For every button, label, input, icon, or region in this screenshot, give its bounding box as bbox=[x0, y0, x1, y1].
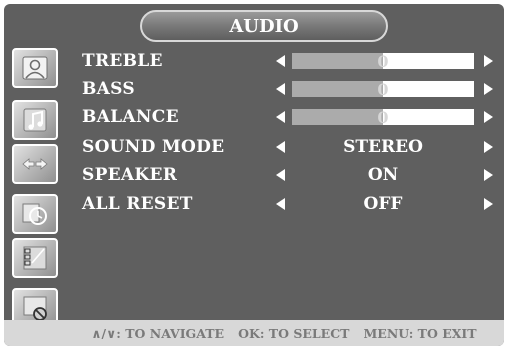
lock-icon-glyph bbox=[23, 296, 47, 321]
arrow-left-icon[interactable] bbox=[276, 141, 285, 153]
arrow-left-icon[interactable] bbox=[276, 169, 285, 181]
sound-mode-label: SOUND MODE bbox=[82, 137, 225, 157]
arrow-right-icon[interactable] bbox=[484, 198, 493, 210]
treble-row[interactable]: TREBLE 0 bbox=[4, 49, 504, 73]
menu-title: AUDIO bbox=[140, 10, 388, 42]
all-reset-row[interactable]: ALL RESET OFF bbox=[4, 192, 504, 216]
navigate-hint: ∧/∨: TO NAVIGATE bbox=[91, 325, 225, 341]
help-bar: ∧/∨: TO NAVIGATE OK: TO SELECT MENU: TO … bbox=[4, 320, 504, 346]
sound-mode-value: STEREO bbox=[343, 137, 423, 157]
arrow-right-icon[interactable] bbox=[484, 169, 493, 181]
balance-row[interactable]: BALANCE 0 bbox=[4, 105, 504, 129]
arrow-right-icon[interactable] bbox=[484, 111, 493, 123]
all-reset-label: ALL RESET bbox=[82, 194, 193, 214]
all-reset-value: OFF bbox=[363, 194, 403, 214]
arrow-left-icon[interactable] bbox=[276, 55, 285, 67]
treble-label: TREBLE bbox=[82, 51, 163, 71]
bass-row[interactable]: BASS 0 bbox=[4, 77, 504, 101]
arrow-left-icon[interactable] bbox=[276, 111, 285, 123]
treble-value: 0 bbox=[377, 52, 389, 71]
setup-icon[interactable] bbox=[12, 238, 58, 278]
balance-slider[interactable]: 0 bbox=[292, 108, 474, 127]
setup-icon-glyph bbox=[23, 246, 47, 270]
arrow-left-icon[interactable] bbox=[276, 83, 285, 95]
arrow-right-icon[interactable] bbox=[484, 141, 493, 153]
osd-menu: AUDIO TREBLE 0 BASS 0 BALANCE 0 SOUND MO… bbox=[4, 4, 504, 346]
arrow-right-icon[interactable] bbox=[484, 55, 493, 67]
bass-slider[interactable]: 0 bbox=[292, 80, 474, 99]
exit-hint: MENU: TO EXIT bbox=[363, 325, 477, 341]
bass-value: 0 bbox=[377, 80, 389, 99]
balance-label: BALANCE bbox=[82, 107, 179, 127]
sound-mode-row[interactable]: SOUND MODE STEREO bbox=[4, 135, 504, 159]
arrow-left-icon[interactable] bbox=[276, 198, 285, 210]
arrow-right-icon[interactable] bbox=[484, 83, 493, 95]
bass-label: BASS bbox=[82, 79, 135, 99]
speaker-row[interactable]: SPEAKER ON bbox=[4, 163, 504, 187]
balance-value: 0 bbox=[377, 108, 389, 127]
speaker-label: SPEAKER bbox=[82, 165, 178, 185]
treble-slider[interactable]: 0 bbox=[292, 52, 474, 71]
select-hint: OK: TO SELECT bbox=[238, 325, 350, 341]
speaker-value: ON bbox=[367, 165, 399, 185]
